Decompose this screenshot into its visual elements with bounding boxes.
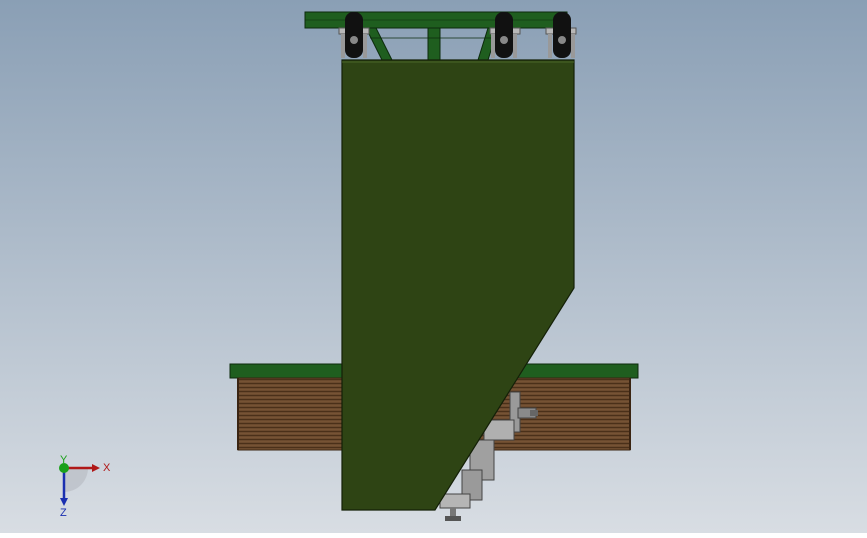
model-view (0, 0, 867, 533)
triad-plane (64, 468, 88, 492)
frame-post-center (427, 27, 441, 61)
axis-triad: X Y Z (59, 454, 111, 519)
z-axis-arrow (60, 498, 68, 506)
z-axis-label: Z (60, 507, 67, 519)
y-axis-label: Y (60, 454, 68, 466)
x-axis-arrow (92, 464, 100, 472)
wheel-left (345, 12, 363, 58)
wheel-middle (495, 12, 513, 58)
cad-viewport[interactable]: X Y Z (0, 0, 867, 533)
wheel-right (553, 12, 571, 58)
x-axis-label: X (103, 462, 111, 474)
